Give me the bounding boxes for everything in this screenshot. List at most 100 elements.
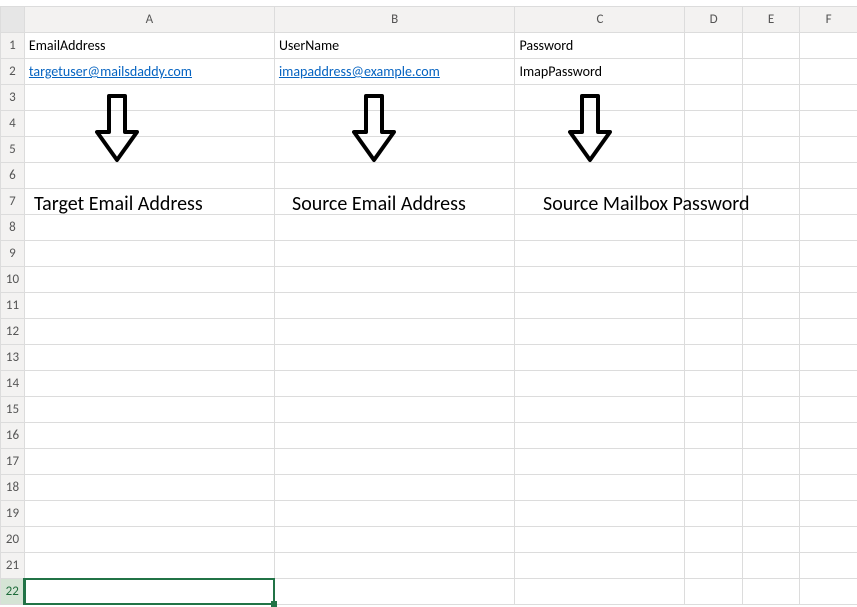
cell-D4[interactable]	[685, 111, 742, 137]
cell-D5[interactable]	[685, 137, 742, 163]
cell-B9[interactable]	[274, 241, 515, 267]
cell-C14[interactable]	[515, 371, 685, 397]
link-target-email[interactable]: targetuser@mailsdaddy.com	[29, 63, 192, 80]
row-header-17[interactable]: 17	[1, 449, 25, 475]
cell-E16[interactable]	[742, 423, 799, 449]
cell-B12[interactable]	[274, 319, 515, 345]
cell-B15[interactable]	[274, 397, 515, 423]
row-header-19[interactable]: 19	[1, 501, 25, 527]
cell-C11[interactable]	[515, 293, 685, 319]
cell-B3[interactable]	[274, 85, 515, 111]
cell-D10[interactable]	[685, 267, 742, 293]
cell-D2[interactable]	[685, 59, 742, 85]
cell-D11[interactable]	[685, 293, 742, 319]
cell-B6[interactable]	[274, 163, 515, 189]
row-header-22[interactable]: 22	[1, 579, 25, 605]
cell-E1[interactable]	[742, 33, 799, 59]
cell-A6[interactable]	[24, 163, 274, 189]
cell-D7[interactable]	[685, 189, 742, 215]
cell-C6[interactable]	[515, 163, 685, 189]
cell-E15[interactable]	[742, 397, 799, 423]
row-header-1[interactable]: 1	[1, 33, 25, 59]
cell-D6[interactable]	[685, 163, 742, 189]
cell-E18[interactable]	[742, 475, 799, 501]
cell-A10[interactable]	[24, 267, 274, 293]
cell-C22[interactable]	[515, 579, 685, 605]
cell-A1[interactable]: EmailAddress	[24, 33, 274, 59]
cell-C21[interactable]	[515, 553, 685, 579]
col-header-F[interactable]: F	[800, 7, 857, 33]
row-header-14[interactable]: 14	[1, 371, 25, 397]
cell-B20[interactable]	[274, 527, 515, 553]
cell-F1[interactable]	[800, 33, 857, 59]
cell-C17[interactable]	[515, 449, 685, 475]
cell-D21[interactable]	[685, 553, 742, 579]
cell-A2[interactable]: targetuser@mailsdaddy.com	[24, 59, 274, 85]
row-header-4[interactable]: 4	[1, 111, 25, 137]
cell-A12[interactable]	[24, 319, 274, 345]
cell-C4[interactable]	[515, 111, 685, 137]
cell-D14[interactable]	[685, 371, 742, 397]
cell-E2[interactable]	[742, 59, 799, 85]
row-header-10[interactable]: 10	[1, 267, 25, 293]
cell-D19[interactable]	[685, 501, 742, 527]
cell-B4[interactable]	[274, 111, 515, 137]
col-header-D[interactable]: D	[685, 7, 742, 33]
cell-A22[interactable]	[24, 579, 274, 605]
cell-A7[interactable]	[24, 189, 274, 215]
row-header-11[interactable]: 11	[1, 293, 25, 319]
cell-A8[interactable]	[24, 215, 274, 241]
cell-A21[interactable]	[24, 553, 274, 579]
cell-B2[interactable]: imapaddress@example.com	[274, 59, 515, 85]
cell-D1[interactable]	[685, 33, 742, 59]
row-header-18[interactable]: 18	[1, 475, 25, 501]
cell-E11[interactable]	[742, 293, 799, 319]
cell-D16[interactable]	[685, 423, 742, 449]
cell-C7[interactable]	[515, 189, 685, 215]
cell-E21[interactable]	[742, 553, 799, 579]
cell-E8[interactable]	[742, 215, 799, 241]
cell-F12[interactable]	[800, 319, 857, 345]
cell-B13[interactable]	[274, 345, 515, 371]
cell-C10[interactable]	[515, 267, 685, 293]
cell-F18[interactable]	[800, 475, 857, 501]
cell-C2[interactable]: ImapPassword	[515, 59, 685, 85]
cell-C5[interactable]	[515, 137, 685, 163]
cell-F6[interactable]	[800, 163, 857, 189]
row-header-13[interactable]: 13	[1, 345, 25, 371]
cell-F15[interactable]	[800, 397, 857, 423]
cell-A15[interactable]	[24, 397, 274, 423]
cell-B5[interactable]	[274, 137, 515, 163]
row-header-8[interactable]: 8	[1, 215, 25, 241]
cell-D17[interactable]	[685, 449, 742, 475]
cell-A9[interactable]	[24, 241, 274, 267]
cell-E4[interactable]	[742, 111, 799, 137]
cell-B19[interactable]	[274, 501, 515, 527]
cell-B11[interactable]	[274, 293, 515, 319]
cell-B21[interactable]	[274, 553, 515, 579]
cell-F3[interactable]	[800, 85, 857, 111]
cell-F4[interactable]	[800, 111, 857, 137]
row-header-21[interactable]: 21	[1, 553, 25, 579]
cell-E5[interactable]	[742, 137, 799, 163]
row-header-20[interactable]: 20	[1, 527, 25, 553]
row-header-6[interactable]: 6	[1, 163, 25, 189]
cell-C9[interactable]	[515, 241, 685, 267]
cell-C13[interactable]	[515, 345, 685, 371]
cell-F8[interactable]	[800, 215, 857, 241]
row-header-5[interactable]: 5	[1, 137, 25, 163]
row-header-3[interactable]: 3	[1, 85, 25, 111]
row-header-2[interactable]: 2	[1, 59, 25, 85]
cell-F20[interactable]	[800, 527, 857, 553]
cell-B18[interactable]	[274, 475, 515, 501]
cell-B1[interactable]: UserName	[274, 33, 515, 59]
cell-F2[interactable]	[800, 59, 857, 85]
row-header-9[interactable]: 9	[1, 241, 25, 267]
cell-E10[interactable]	[742, 267, 799, 293]
cell-C3[interactable]	[515, 85, 685, 111]
cell-C1[interactable]: Password	[515, 33, 685, 59]
cell-E6[interactable]	[742, 163, 799, 189]
cell-A18[interactable]	[24, 475, 274, 501]
cell-E14[interactable]	[742, 371, 799, 397]
cell-B10[interactable]	[274, 267, 515, 293]
